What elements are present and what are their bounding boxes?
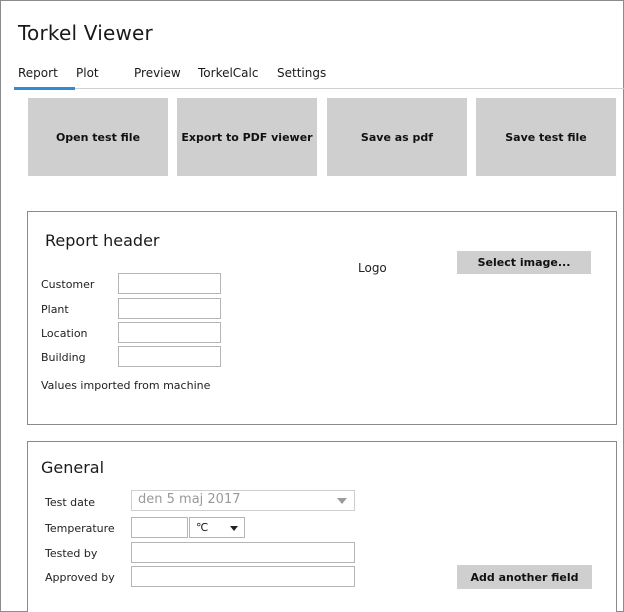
customer-input[interactable]: [118, 273, 221, 294]
building-input[interactable]: [118, 346, 221, 367]
location-label: Location: [41, 327, 88, 340]
tab-torkelcalc[interactable]: TorkelCalc: [198, 66, 258, 80]
imported-values-note: Values imported from machine: [41, 379, 211, 392]
general-title: General: [41, 458, 105, 477]
open-test-file-button[interactable]: Open test file: [28, 98, 168, 176]
app-window: Torkel Viewer Report Plot Preview Torkel…: [0, 0, 624, 612]
test-date-label: Test date: [45, 496, 95, 509]
test-date-picker[interactable]: den 5 maj 2017: [131, 490, 355, 511]
tested-by-label: Tested by: [45, 547, 98, 560]
save-as-pdf-button[interactable]: Save as pdf: [327, 98, 467, 176]
active-tab-indicator: [14, 87, 75, 90]
save-test-file-button[interactable]: Save test file: [476, 98, 616, 176]
export-to-pdf-viewer-button[interactable]: Export to PDF viewer: [177, 98, 317, 176]
tab-plot[interactable]: Plot: [76, 66, 99, 80]
chevron-down-icon: [230, 526, 238, 531]
customer-label: Customer: [41, 278, 95, 291]
temperature-unit-value: ℃: [196, 521, 209, 534]
temperature-label: Temperature: [45, 522, 115, 535]
location-input[interactable]: [118, 322, 221, 343]
tab-settings[interactable]: Settings: [277, 66, 326, 80]
app-title: Torkel Viewer: [18, 21, 153, 45]
plant-input[interactable]: [118, 298, 221, 319]
tab-preview[interactable]: Preview: [134, 66, 181, 80]
tab-divider: [75, 88, 624, 89]
plant-label: Plant: [41, 303, 69, 316]
report-header-title: Report header: [45, 231, 160, 250]
select-image-button[interactable]: Select image...: [457, 251, 591, 274]
approved-by-input[interactable]: [131, 566, 355, 587]
temperature-input[interactable]: [131, 517, 188, 538]
approved-by-label: Approved by: [45, 571, 115, 584]
building-label: Building: [41, 351, 86, 364]
logo-label: Logo: [358, 261, 387, 275]
chevron-down-icon: [337, 498, 347, 504]
add-another-field-button[interactable]: Add another field: [457, 565, 592, 589]
temperature-unit-select[interactable]: ℃: [189, 517, 245, 538]
tested-by-input[interactable]: [131, 542, 355, 563]
test-date-value: den 5 maj 2017: [138, 492, 241, 507]
tab-report[interactable]: Report: [18, 66, 58, 80]
